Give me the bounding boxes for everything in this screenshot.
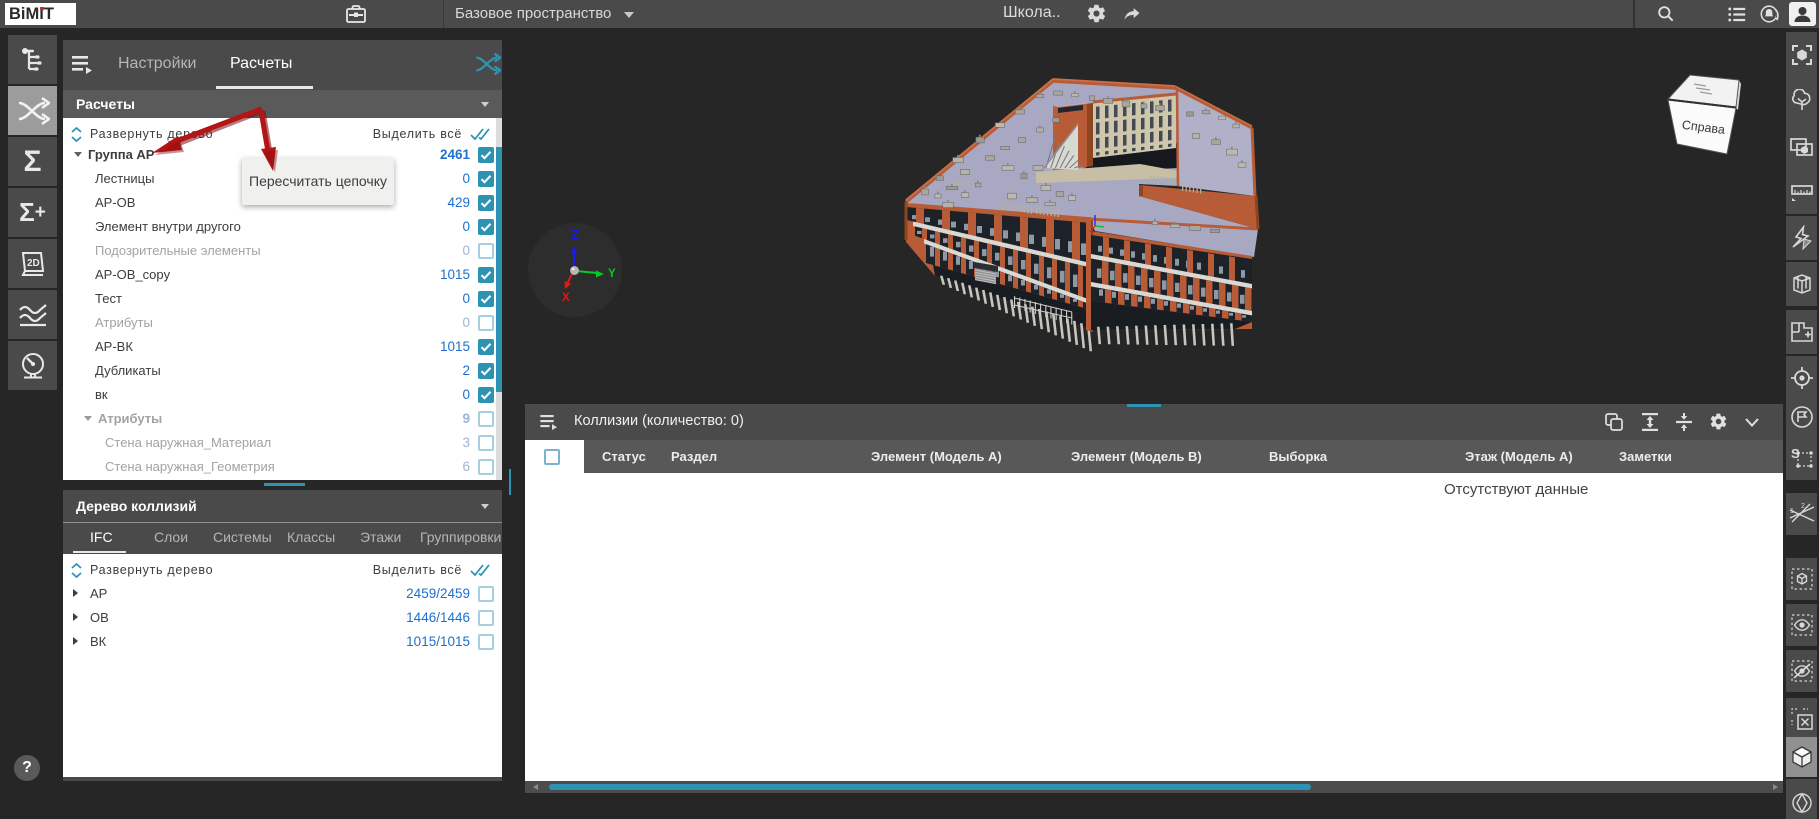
svg-text:Y: Y xyxy=(608,268,616,280)
svg-text:1: 1 xyxy=(1790,508,1794,515)
svg-text:2D: 2D xyxy=(27,258,40,269)
svg-text:Z: Z xyxy=(571,227,579,242)
svg-text:2: 2 xyxy=(1801,503,1805,510)
svg-text:X: X xyxy=(562,292,570,304)
